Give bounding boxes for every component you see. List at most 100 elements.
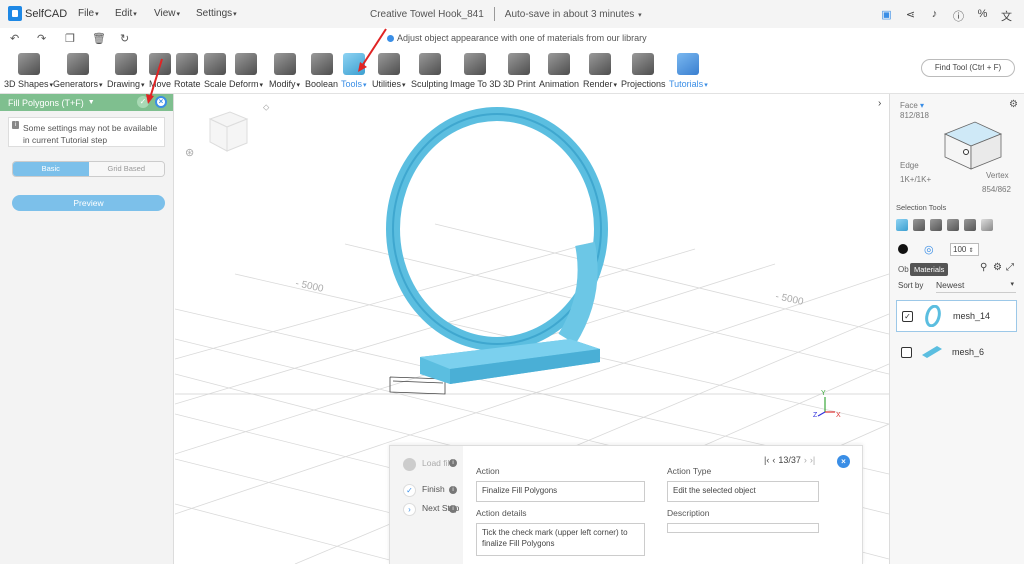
menu-edit[interactable]: Edit▾ bbox=[115, 8, 137, 19]
info-icon[interactable]: i bbox=[449, 459, 457, 467]
tutorial-hint: Adjust object appearance with one of mat… bbox=[387, 33, 647, 43]
tools-icon bbox=[342, 53, 365, 75]
app-logo[interactable]: SelfCAD bbox=[8, 6, 67, 21]
list-item-mesh-6[interactable]: mesh_6 bbox=[896, 336, 1017, 368]
opacity-input[interactable]: 100 ⇕ bbox=[950, 243, 979, 256]
delete-icon[interactable]: 🗑 bbox=[92, 32, 106, 45]
tool-3d-shapes[interactable]: 3D Shapes▾ bbox=[4, 53, 53, 89]
tool-tutorials[interactable]: Tutorials▾ bbox=[669, 53, 708, 89]
step-disabled-icon bbox=[403, 458, 416, 471]
action-details-field: Tick the check mark (upper left corner) … bbox=[476, 523, 645, 556]
select-region-icon[interactable] bbox=[981, 219, 993, 231]
project-title[interactable]: Creative Towel Hook_841 bbox=[370, 9, 484, 21]
object-name: mesh_6 bbox=[952, 347, 985, 357]
mode-basic-button[interactable]: Basic bbox=[13, 162, 89, 176]
quick-toolbar: ↶ ↷ ❐ 🗑 ↻ Adjust object appearance with … bbox=[0, 28, 1024, 50]
tool-deform[interactable]: Deform▾ bbox=[229, 53, 263, 89]
tool-animation[interactable]: Animation bbox=[539, 53, 579, 89]
last-step-icon[interactable]: ›| bbox=[810, 455, 815, 465]
preview-button[interactable]: Preview bbox=[12, 195, 165, 211]
tool-tools[interactable]: Tools▾ bbox=[341, 53, 367, 89]
percent-icon[interactable]: % bbox=[977, 8, 988, 24]
view-cube-icon[interactable] bbox=[208, 111, 249, 152]
step-counter: 13/37 bbox=[778, 455, 801, 465]
info-icon[interactable]: i bbox=[449, 486, 457, 494]
vertex-label[interactable]: Vertex bbox=[986, 171, 1009, 180]
select-all-icon[interactable] bbox=[896, 219, 908, 231]
edge-label[interactable]: Edge bbox=[900, 161, 919, 170]
prev-step-icon[interactable]: ‹ bbox=[772, 455, 775, 465]
select-vertices-icon[interactable] bbox=[947, 219, 959, 231]
confirm-check-icon[interactable]: ✓ bbox=[137, 96, 149, 108]
save-icon[interactable]: ▣ bbox=[881, 8, 892, 24]
move-icon bbox=[149, 53, 171, 75]
tool-3d-print[interactable]: 3D Print bbox=[503, 53, 536, 89]
collapse-right-icon[interactable]: › bbox=[878, 98, 881, 109]
step-finish[interactable]: ✓ Finish bbox=[403, 484, 445, 497]
object-settings-icon[interactable]: ⚙ bbox=[993, 262, 1002, 273]
settings-gear-icon[interactable]: ⚙ bbox=[1009, 99, 1018, 110]
description-field bbox=[667, 523, 819, 533]
tool-projections[interactable]: Projections bbox=[621, 53, 666, 89]
camera-icon[interactable]: ⊛ bbox=[185, 147, 194, 159]
search-icon[interactable]: ⚲ bbox=[980, 262, 987, 273]
close-tutorial-icon[interactable]: × bbox=[837, 455, 850, 468]
next-step-icon[interactable]: › bbox=[804, 455, 807, 465]
find-tool-button[interactable]: Find Tool (Ctrl + F) bbox=[921, 59, 1015, 77]
close-panel-icon[interactable]: × bbox=[155, 96, 167, 108]
menu-settings[interactable]: Settings▾ bbox=[196, 8, 237, 19]
share-icon[interactable]: ⋖ bbox=[905, 8, 916, 24]
info-icon[interactable]: i bbox=[449, 505, 457, 513]
tool-scale[interactable]: Scale bbox=[204, 53, 227, 89]
tool-generators[interactable]: Generators▾ bbox=[53, 53, 103, 89]
object-checkbox[interactable]: ✓ bbox=[902, 310, 913, 322]
sort-select[interactable]: Newest ▾ bbox=[936, 280, 1016, 293]
bell-icon[interactable]: ♪ bbox=[929, 8, 940, 24]
menu-view[interactable]: View▾ bbox=[154, 8, 180, 19]
tool-render[interactable]: Render▾ bbox=[583, 53, 617, 89]
tool-drawing[interactable]: Drawing▾ bbox=[107, 53, 145, 89]
check-icon: ✓ bbox=[403, 484, 416, 497]
refresh-icon[interactable]: ↻ bbox=[120, 32, 129, 45]
description-label: Description bbox=[667, 508, 710, 518]
mode-grid-button[interactable]: Grid Based bbox=[88, 162, 164, 176]
list-item-mesh-14[interactable]: ✓ mesh_14 bbox=[896, 300, 1017, 332]
color-swatch-icon[interactable] bbox=[898, 244, 908, 254]
tool-image-to-3d[interactable]: Image To 3D bbox=[450, 53, 501, 89]
select-edges-icon[interactable] bbox=[930, 219, 942, 231]
rotate-icon bbox=[176, 53, 199, 75]
selection-tools-label: Selection Tools bbox=[896, 203, 947, 212]
select-faces-icon[interactable] bbox=[913, 219, 925, 231]
undo-icon[interactable]: ↶ bbox=[10, 32, 19, 45]
translate-icon[interactable]: 文 bbox=[1001, 8, 1012, 24]
materials-icon[interactable]: ◎ bbox=[924, 243, 934, 256]
menu-file[interactable]: File▾ bbox=[78, 8, 99, 19]
sort-by-label: Sort by bbox=[898, 281, 924, 290]
autosave-status[interactable]: Auto-save in about 3 minutes ▾ bbox=[505, 9, 642, 21]
tool-utilities[interactable]: Utilities▾ bbox=[372, 53, 406, 89]
copy-icon[interactable]: ❐ bbox=[65, 32, 75, 45]
redo-icon[interactable]: ↷ bbox=[37, 32, 46, 45]
select-loop-icon[interactable] bbox=[964, 219, 976, 231]
info-icon[interactable]: ⓘ bbox=[953, 8, 964, 24]
tool-rotate[interactable]: Rotate bbox=[174, 53, 201, 89]
selfcad-logo-icon bbox=[8, 6, 22, 21]
objects-label: Ob bbox=[898, 265, 909, 274]
pan-icon[interactable]: ⬦ bbox=[263, 102, 270, 112]
axis-z-label: Z bbox=[813, 412, 818, 419]
first-step-icon[interactable]: |‹ bbox=[764, 455, 769, 465]
collapse-caret-icon[interactable]: ▼ bbox=[88, 99, 95, 106]
expand-icon[interactable]: ⤢ bbox=[1006, 262, 1014, 273]
tool-modify[interactable]: Modify▾ bbox=[269, 53, 300, 89]
selection-mode-cube-icon[interactable] bbox=[935, 114, 1010, 174]
object-checkbox[interactable] bbox=[901, 346, 912, 358]
axis-x-label: X bbox=[836, 412, 841, 419]
tool-move[interactable]: Move bbox=[149, 53, 171, 89]
object-name: mesh_14 bbox=[953, 311, 991, 321]
tool-sculpting[interactable]: Sculpting bbox=[411, 53, 448, 89]
app-logo-text: SelfCAD bbox=[25, 7, 68, 20]
tool-boolean[interactable]: Boolean bbox=[305, 53, 338, 89]
scale-icon bbox=[204, 53, 227, 75]
face-label: Face ▾ bbox=[900, 101, 925, 110]
tools-ribbon: 3D Shapes▾ Generators▾ Drawing▾ Move Rot… bbox=[0, 50, 1024, 94]
